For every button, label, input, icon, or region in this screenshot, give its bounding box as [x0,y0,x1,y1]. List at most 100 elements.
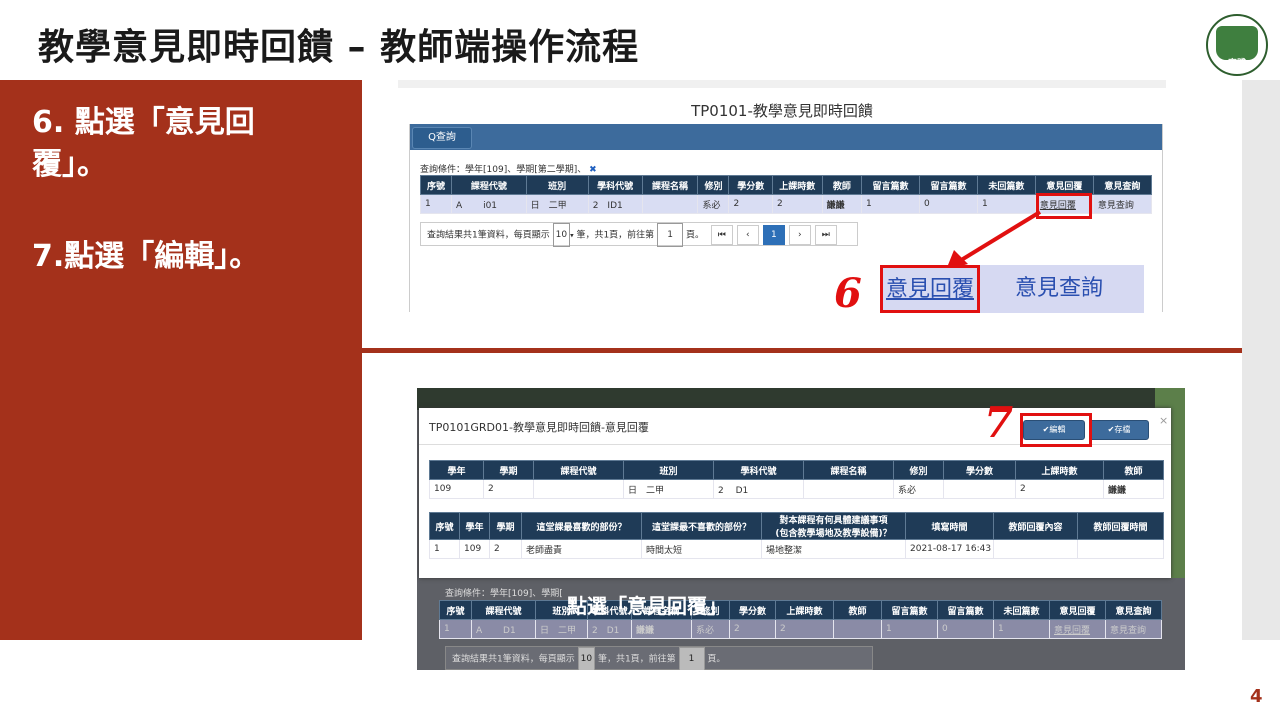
query-toolbar [410,124,1162,150]
table-cell: 1 [439,619,472,639]
column-header: 序號 [439,600,472,620]
pager: 查詢結果共1筆資料，每頁顯示 10 ▾ 筆，共1頁，前往第 1 頁。 ⏮ ‹ 1 › ⏭ [420,222,858,247]
column-header: 修別 [697,175,730,195]
column-header: 學分數 [728,175,773,195]
table-cell: A i01 [451,194,527,214]
prev-page-icon[interactable]: ‹ [736,225,759,245]
table-cell: 2 [728,194,773,214]
table-cell: 日 二甲 [525,194,589,214]
column-header: 意見查詢 [1105,600,1162,620]
bg-course-table: 序號 課程代號 班別 學科代號 課程名稱 修別 學分數 上課時數 教師 留言篇數 留言篇數 未回篇數意… [439,600,1162,639]
save-button[interactable]: ✔存檔 [1089,420,1149,440]
column-header: 上課時數 [771,175,823,195]
app-header [417,388,1185,410]
column-header: 修別 [893,460,944,480]
column-header: 學科代號 [713,460,804,480]
column-header: 課程名稱 [641,175,699,195]
column-header: 意見查詢 [1092,175,1153,195]
table-header-row: 學年 學期 課程代號 班別 學科代號 課程名稱 修別 學分數 上課時數 教師 [429,460,1164,480]
column-header: 學期 [483,460,534,480]
section-divider [362,348,1242,353]
conditions-text: 查詢條件：學年[109]、學期[第二學期]、 [420,165,587,175]
first-page-icon[interactable]: ⏮ [710,225,733,245]
table-cell: 2 D1 [587,619,632,639]
table-cell: 2 [729,619,776,639]
column-header: 未回篇數 [993,600,1050,620]
callout-number-6: 6 [834,270,862,317]
logo-emblem-icon [1216,26,1258,60]
step-7: 7.點選「編輯」。 [32,239,260,274]
step-6-line2: 覆」。 [32,147,107,182]
table-cell: 2 D1 [713,479,804,499]
column-header: 序號 [419,175,453,195]
query-link[interactable]: 意見查詢 [1105,619,1162,639]
column-header: 意見回覆 [1034,175,1094,195]
goto-page-input[interactable]: 1 [678,647,705,670]
table-cell: 1 [861,194,920,214]
goto-page-input[interactable]: 1 [657,223,684,247]
column-header: 學期 [489,512,522,540]
table-cell: 2 ID1 [587,194,643,214]
column-header: 課程代號 [471,600,536,620]
table-cell: A D1 [471,619,536,639]
column-header: 意見回覆 [1049,600,1106,620]
last-page-icon[interactable]: ⏭ [814,225,837,245]
per-page-select[interactable]: 10 [552,223,571,247]
column-header: 留言篇數 [881,600,938,620]
table-cell: 1 [993,619,1050,639]
table-header-row: 序號 學年 學期 這堂課最喜歡的部份？ 這堂課最不喜歡的部份？ 對本課程有何具體建議事項 … [429,512,1164,540]
table-cell [943,479,1016,499]
select-chevron-down-icon[interactable]: ▾ [570,232,574,240]
table-cell: 2 [489,539,522,559]
table-cell: 109 [459,539,490,559]
course-info-table: 學年 學期 課程代號 班別 學科代號 課程名稱 修別 學分數 上課時數 教師 109 2 日 二甲 2 … [429,460,1164,499]
zoomed-action-links: 意見回覆 意見查詢 [880,265,1144,313]
table-cell [993,539,1078,559]
column-header: 留言篇數 [861,175,920,195]
query-button[interactable]: Q查詢 [412,127,472,149]
zoom-reply-link[interactable]: 意見回覆 [880,265,980,313]
pager-text-before: 查詢結果共1筆資料，每頁顯示 [452,654,575,665]
table-cell: 2 [1015,479,1104,499]
slide-title: 教學意見即時回饋 – 教師端操作流程 [38,27,640,68]
next-page-icon[interactable]: › [788,225,811,245]
bg-pager: 查詢結果共1筆資料，每頁顯示 10 筆，共1頁，前往第 1 頁。 [445,646,873,670]
column-header: 上課時數 [1015,460,1104,480]
column-header: 班別 [525,175,589,195]
table-cell: 場地整潔 [761,539,906,559]
table-cell: 109 [429,479,484,499]
column-header: 序號 [429,512,460,540]
query-link[interactable]: 意見查詢 [1092,194,1153,214]
table-cell: 謙謙 [1103,479,1164,499]
page-1-button[interactable]: 1 [762,225,785,245]
bg-query-conditions: 查詢條件：學年[109]、學期[ [445,589,563,599]
table-cell: 日 二甲 [623,479,714,499]
logo-text: 實踐 [1227,59,1246,69]
app-title: TP0101-教學意見即時回饋 [691,102,873,120]
table-cell: 日 二甲 [535,619,588,639]
column-header: 教師回覆時間 [1077,512,1164,540]
column-header: 未回篇數 [976,175,1036,195]
table-row[interactable]: 1A D1 日 二甲 2 D1 謙謙 系必 2 2 1 0 1 意見回覆 意見查詢 [439,619,1162,639]
table-cell [803,479,894,499]
table-cell: 時間太短 [641,539,762,559]
table-cell: 系必 [691,619,730,639]
table-cell [641,194,699,214]
table-cell: 0 [937,619,994,639]
pager-page-suffix: 頁。 [685,230,704,241]
zoom-query-link[interactable]: 意見查詢 [1015,265,1103,313]
right-margin-strip [1242,80,1280,640]
column-header: 填寫時間 [905,512,994,540]
column-header: 學分數 [729,600,776,620]
step-6-line1: 6. 點選「意見回 [32,105,255,140]
column-header: 課程代號 [451,175,527,195]
clear-conditions-icon[interactable]: ✖ [589,165,597,175]
table-cell: 2021-08-17 16:43 [905,539,994,559]
column-header: 學年 [459,512,490,540]
close-icon[interactable]: × [1159,414,1168,427]
column-header: 學年 [429,460,484,480]
per-page-select[interactable]: 10 [577,647,596,670]
reply-link[interactable]: 意見回覆 [1049,619,1106,639]
column-header: 班別 [623,460,714,480]
column-header: 學分數 [943,460,1016,480]
